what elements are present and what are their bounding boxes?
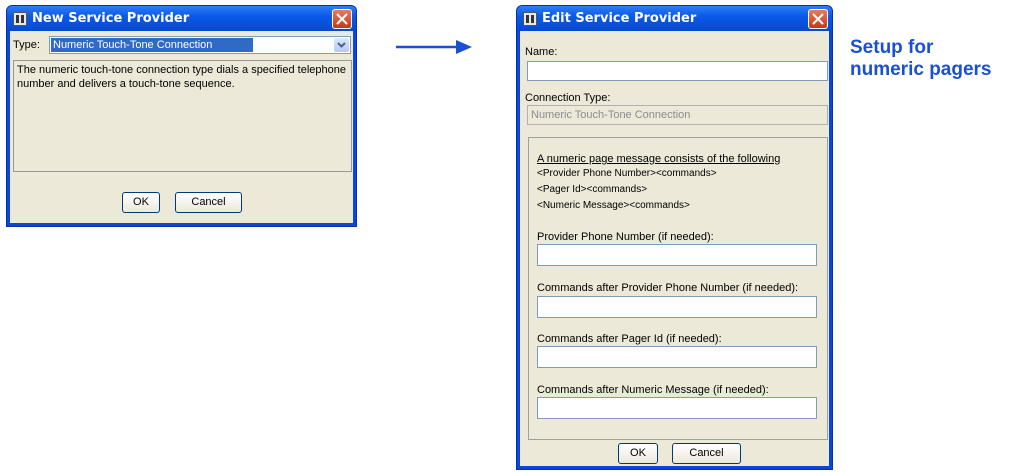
provider-phone-label: Provider Phone Number (if needed): bbox=[537, 231, 714, 243]
type-dropdown[interactable]: Numeric Touch-Tone Connection bbox=[49, 36, 351, 54]
name-field[interactable] bbox=[527, 61, 828, 81]
message-format-group: A numeric page message consists of the f… bbox=[528, 137, 828, 440]
dialog-body: Name: Connection Type: Numeric Touch-Ton… bbox=[520, 31, 829, 466]
dialog-body: Type: Numeric Touch-Tone Connection The … bbox=[10, 31, 353, 223]
dropdown-arrow-button[interactable] bbox=[334, 38, 349, 52]
close-button[interactable] bbox=[808, 8, 828, 29]
chevron-down-icon bbox=[337, 42, 346, 48]
format-line: <Numeric Message><commands> bbox=[537, 200, 690, 211]
type-selected-value: Numeric Touch-Tone Connection bbox=[51, 38, 253, 52]
cancel-button[interactable]: Cancel bbox=[672, 443, 741, 464]
commands-after-phone-label: Commands after Provider Phone Number (if… bbox=[537, 282, 799, 294]
new-service-provider-dialog: New Service Provider Type: Numeric Touch… bbox=[6, 5, 357, 227]
ok-button[interactable]: OK bbox=[122, 192, 160, 213]
close-icon bbox=[812, 12, 824, 25]
connection-type-field: Numeric Touch-Tone Connection bbox=[527, 105, 828, 125]
close-icon bbox=[336, 12, 348, 25]
commands-after-pager-id-label: Commands after Pager Id (if needed): bbox=[537, 333, 722, 345]
app-icon bbox=[523, 11, 537, 26]
flow-arrow bbox=[396, 40, 472, 54]
connection-type-label: Connection Type: bbox=[525, 92, 611, 104]
provider-phone-field[interactable] bbox=[537, 244, 817, 266]
commands-after-pager-id-field[interactable] bbox=[537, 346, 817, 368]
format-heading: A numeric page message consists of the f… bbox=[537, 153, 781, 165]
edit-service-provider-dialog: Edit Service Provider Name: Connection T… bbox=[516, 5, 833, 470]
dialog-title: Edit Service Provider bbox=[542, 11, 697, 26]
format-line: <Provider Phone Number><commands> bbox=[537, 168, 717, 179]
ok-button[interactable]: OK bbox=[618, 443, 658, 464]
connection-type-value: Numeric Touch-Tone Connection bbox=[531, 109, 691, 121]
type-description: The numeric touch-tone connection type d… bbox=[17, 64, 346, 90]
cancel-button[interactable]: Cancel bbox=[175, 192, 242, 213]
dialog-title: New Service Provider bbox=[32, 11, 190, 26]
commands-after-message-field[interactable] bbox=[537, 397, 817, 419]
commands-after-phone-field[interactable] bbox=[537, 296, 817, 318]
close-button[interactable] bbox=[332, 8, 352, 29]
title-bar[interactable]: New Service Provider bbox=[7, 6, 356, 31]
title-bar[interactable]: Edit Service Provider bbox=[517, 6, 832, 31]
name-label: Name: bbox=[525, 46, 558, 58]
caption: Setup for numeric pagers bbox=[850, 37, 992, 81]
app-icon bbox=[13, 11, 27, 26]
caption-line-2: numeric pagers bbox=[850, 59, 992, 80]
description-box: The numeric touch-tone connection type d… bbox=[13, 60, 352, 172]
type-label: Type: bbox=[13, 39, 40, 51]
commands-after-message-label: Commands after Numeric Message (if neede… bbox=[537, 384, 769, 396]
format-line: <Pager Id><commands> bbox=[537, 184, 648, 195]
caption-line-1: Setup for bbox=[850, 37, 934, 58]
